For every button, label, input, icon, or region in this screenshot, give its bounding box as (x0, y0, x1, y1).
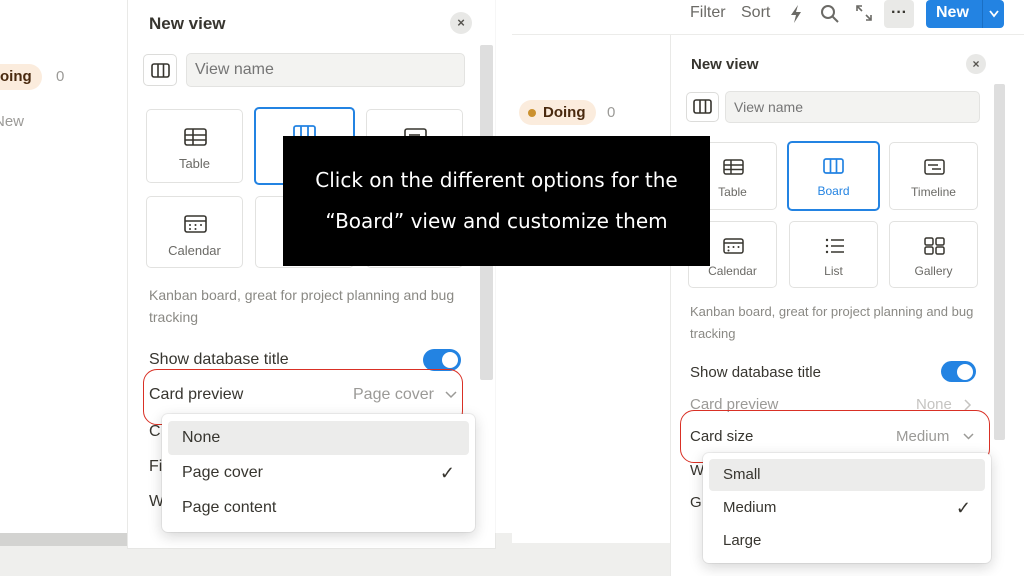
show-title-label: Show database title (690, 364, 821, 381)
hidden-row-letter: C (149, 423, 161, 440)
view-name-input[interactable] (725, 91, 980, 123)
layout-tile-gallery[interactable]: Gallery (889, 221, 978, 288)
layout-tile-table[interactable]: Table (146, 109, 243, 183)
menu-item-medium[interactable]: Medium ✓ (709, 492, 985, 524)
status-badge: oing (0, 64, 42, 90)
layout-label: Calendar (708, 264, 757, 278)
menu-item-small[interactable]: Small (709, 459, 985, 491)
layout-description: Kanban board, great for project planning… (690, 304, 974, 341)
layout-tile-calendar[interactable]: Calendar (146, 196, 243, 268)
menu-item-page-cover[interactable]: Page cover ✓ (168, 456, 469, 490)
show-title-toggle[interactable] (423, 349, 461, 371)
menu-item-label: Page content (182, 499, 277, 516)
board-icon (693, 99, 712, 114)
expand-icon[interactable] (855, 4, 873, 22)
menu-item-none[interactable]: None (168, 421, 469, 455)
card-preview-menu: None Page cover ✓ Page content (162, 414, 475, 532)
panel-title: New view (691, 56, 759, 73)
menu-item-label: Large (723, 532, 762, 549)
left-screenshot: oing 0 New New view × Table Calendar Kan… (0, 0, 512, 576)
more-button[interactable]: ··· (884, 0, 914, 28)
layout-label: Table (178, 156, 211, 171)
menu-item-label: Medium (723, 499, 777, 516)
panel-title: New view (149, 14, 226, 33)
new-button[interactable]: New (926, 0, 1004, 28)
table-icon (184, 128, 207, 146)
filter-button[interactable]: Filter (690, 4, 726, 22)
show-title-label: Show database title (149, 351, 289, 368)
layout-tile-board[interactable]: Board (787, 141, 880, 211)
horizontal-scrollbar[interactable] (0, 533, 128, 546)
lightning-icon[interactable] (789, 4, 803, 24)
menu-item-label: None (182, 429, 221, 446)
instruction-caption: Click on the different options for the “… (283, 136, 710, 266)
layout-label: Gallery (914, 264, 953, 278)
button-divider (982, 0, 983, 28)
menu-item-label: Page cover (182, 464, 263, 481)
bottom-strip (512, 543, 672, 576)
board-icon (823, 158, 844, 174)
right-screenshot: Filter Sort ··· New Doing 0 New view × T… (512, 0, 1024, 576)
new-button-label: New (936, 4, 969, 21)
card-size-menu: Small Medium ✓ Large (703, 453, 991, 563)
checkmark-icon: ✓ (955, 498, 971, 518)
menu-item-large[interactable]: Large (709, 525, 985, 557)
list-icon (825, 238, 844, 254)
checkmark-icon: ✓ (439, 463, 455, 483)
chevron-down-icon[interactable] (988, 9, 1000, 19)
show-title-toggle[interactable] (941, 361, 976, 382)
board-icon (151, 63, 170, 78)
menu-item-page-content[interactable]: Page content (168, 491, 469, 525)
layout-label: Calendar (168, 243, 221, 258)
layout-label: Board (817, 184, 850, 198)
group-count: 0 (56, 68, 65, 85)
layout-tile-timeline[interactable]: Timeline (889, 142, 978, 210)
panel-scrollbar[interactable] (994, 84, 1005, 440)
timeline-icon (924, 159, 945, 175)
group-count: 0 (607, 104, 616, 121)
layout-tile-list[interactable]: List (789, 221, 878, 288)
layout-description: Kanban board, great for project planning… (149, 287, 455, 325)
layout-icon-button[interactable] (143, 54, 177, 86)
caption-line: “Board” view and customize them (325, 209, 668, 233)
sort-button[interactable]: Sort (741, 4, 770, 22)
caption-line: Click on the different options for the (315, 168, 678, 192)
view-name-input[interactable] (186, 53, 465, 87)
close-icon[interactable]: × (450, 12, 472, 34)
gallery-icon (924, 237, 945, 255)
hidden-row-letter: G (690, 494, 702, 511)
new-card-link[interactable]: New (0, 113, 24, 130)
layout-icon-button[interactable] (686, 92, 719, 122)
calendar-icon (184, 215, 207, 233)
status-dot-icon (528, 109, 536, 117)
close-icon[interactable]: × (966, 54, 986, 74)
search-icon[interactable] (820, 4, 840, 24)
layout-label: Timeline (911, 185, 956, 199)
layout-label: List (824, 264, 843, 278)
hidden-row-letter: Fi (149, 458, 163, 475)
menu-item-label: Small (723, 466, 761, 483)
